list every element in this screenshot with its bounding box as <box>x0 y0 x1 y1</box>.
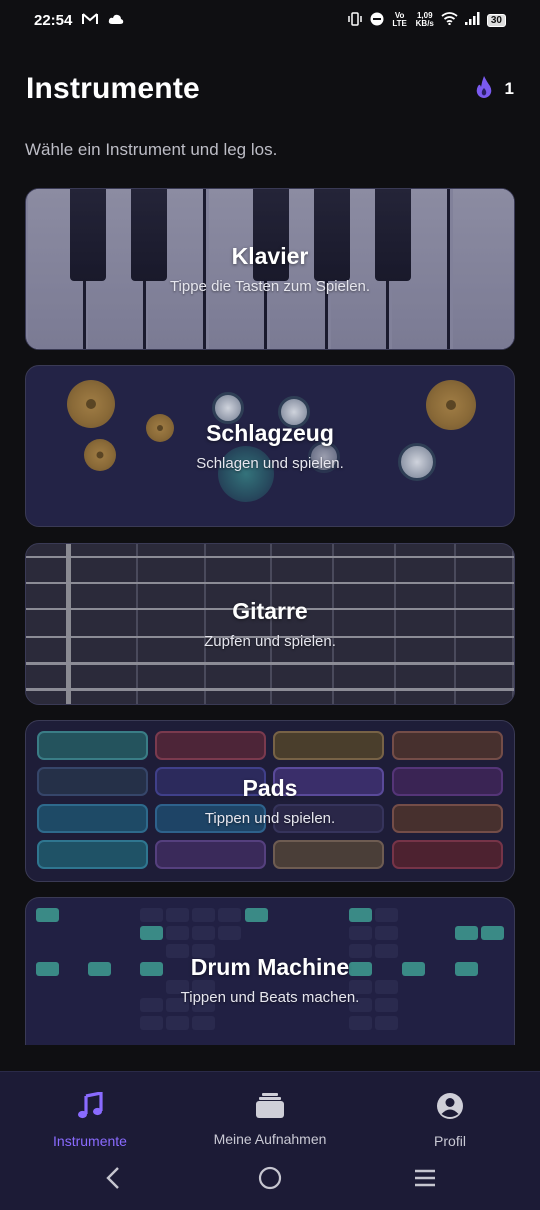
card-description: Zupfen und spielen. <box>204 633 336 650</box>
card-title: Pads <box>242 775 298 801</box>
back-icon[interactable] <box>103 1165 123 1196</box>
nav-item-meine-aufnahmen[interactable]: Meine Aufnahmen <box>190 1092 350 1147</box>
streak-count: 1 <box>504 79 514 98</box>
wifi-icon <box>441 12 458 28</box>
instrument-card-drum-machine[interactable]: Drum Machine Tippen und Beats machen. <box>25 897 515 1045</box>
instrument-card-pads[interactable]: Pads Tippen und spielen. <box>25 720 515 882</box>
page-header: Instrumente 1 <box>26 66 514 112</box>
card-title: Schlagzeug <box>206 420 334 446</box>
dnd-icon <box>370 12 384 29</box>
nav-item-profil[interactable]: Profil <box>370 1092 530 1149</box>
music-note-icon <box>77 1091 103 1125</box>
instrument-card-schlagzeug[interactable]: Schlagzeug Schlagen und spielen. <box>25 365 515 527</box>
card-title: Gitarre <box>232 598 308 624</box>
nav-label: Profil <box>434 1133 466 1149</box>
streak-badge[interactable]: 1 <box>475 75 514 104</box>
nav-label: Meine Aufnahmen <box>213 1131 327 1147</box>
battery-indicator: 30 <box>486 13 506 27</box>
system-navigation-bar <box>0 1155 540 1210</box>
instrument-card-klavier[interactable]: Klavier Tippe die Tasten zum Spielen. <box>25 188 515 350</box>
card-description: Tippen und Beats machen. <box>180 989 360 1006</box>
profile-icon <box>436 1092 464 1125</box>
gmail-icon <box>82 12 99 29</box>
bottom-navigation: Instrumente Meine Aufnahmen Profil <box>0 1071 540 1210</box>
volte-indicator: Vo LTE <box>392 11 407 28</box>
flame-icon <box>475 75 493 104</box>
menu-icon[interactable] <box>413 1165 437 1196</box>
net-speed-unit: KB/s <box>415 19 434 28</box>
card-title: Klavier <box>231 243 309 269</box>
page-title: Instrumente <box>26 72 200 105</box>
signal-icon <box>464 12 480 28</box>
instrument-card-gitarre[interactable]: Gitarre Zupfen und spielen. <box>25 543 515 705</box>
status-time: 22:54 <box>34 11 73 29</box>
card-description: Tippen und spielen. <box>204 810 336 827</box>
cloud-icon <box>108 12 124 29</box>
card-description: Schlagen und spielen. <box>196 455 344 472</box>
page-subtitle: Wähle ein Instrument und leg los. <box>25 140 278 159</box>
recordings-stack-icon <box>256 1092 284 1123</box>
card-description: Tippe die Tasten zum Spielen. <box>169 278 371 295</box>
vibrate-icon <box>347 11 363 29</box>
net-speed: 1,09 KB/s <box>416 12 434 28</box>
nav-label: Instrumente <box>53 1133 127 1149</box>
nav-item-instrumente[interactable]: Instrumente <box>10 1091 170 1149</box>
home-icon[interactable] <box>257 1165 283 1196</box>
card-title: Drum Machine <box>190 954 350 980</box>
status-bar: 22:54 Vo LTE 1,09 KB/s 30 <box>0 0 540 40</box>
